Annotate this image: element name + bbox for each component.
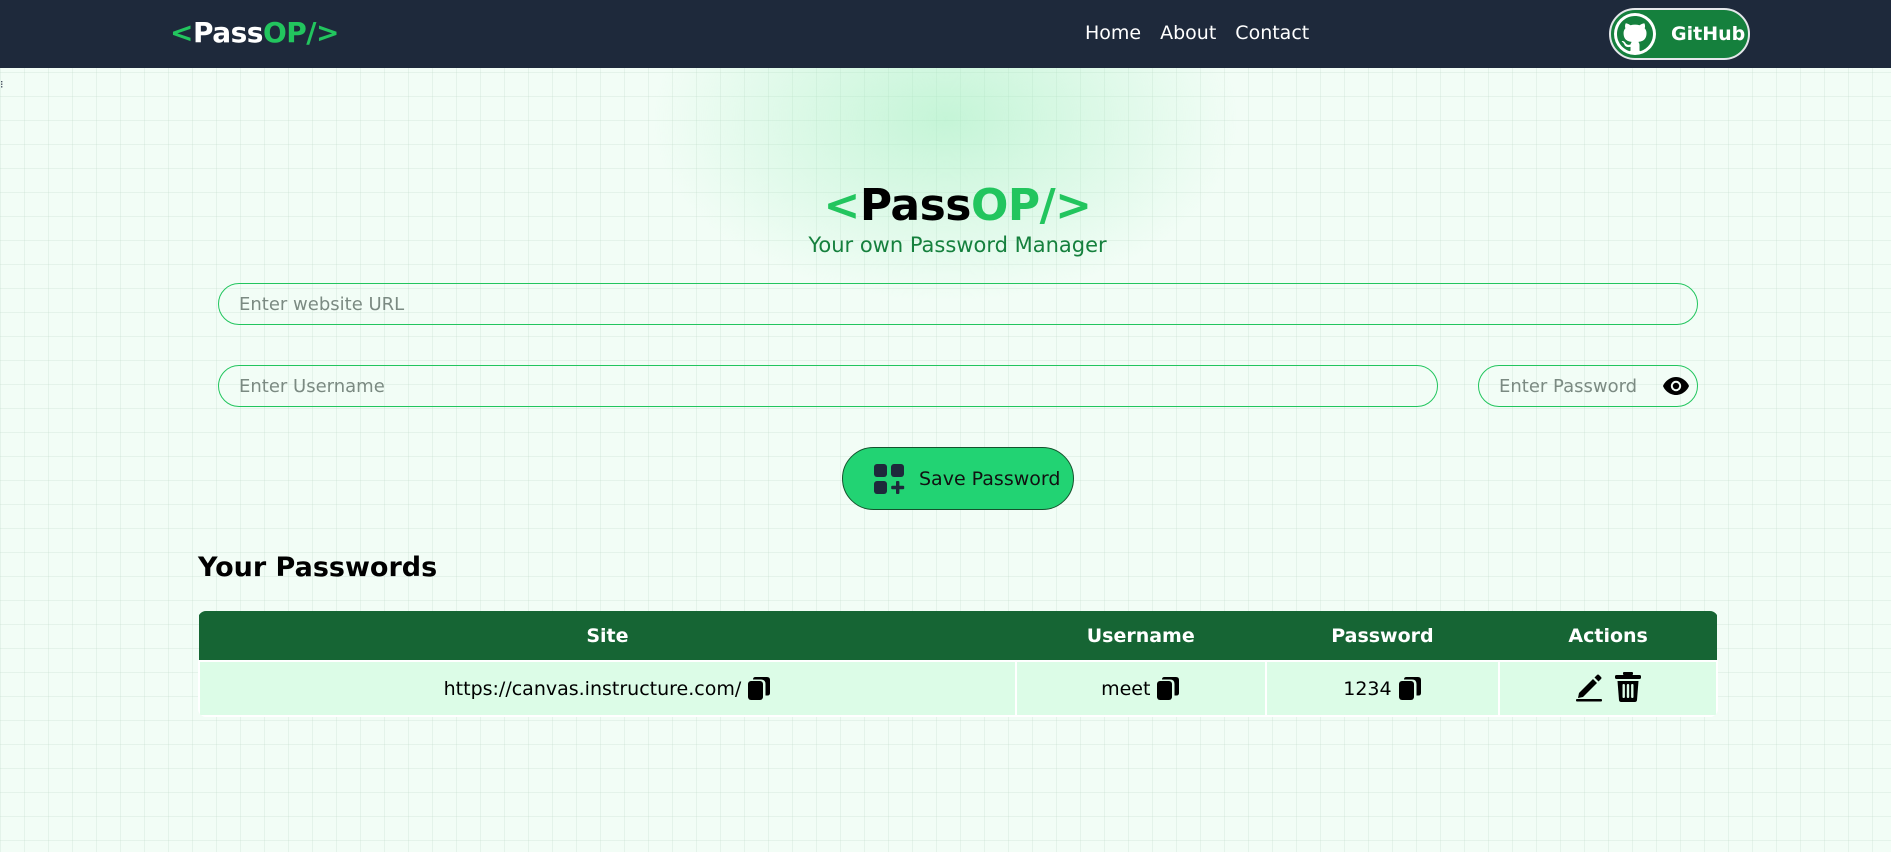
save-password-button[interactable]: Save Password	[842, 447, 1074, 510]
username-cell: meet	[1014, 660, 1267, 717]
passwords-section-title: Your Passwords	[198, 552, 438, 583]
site-link[interactable]: https://canvas.instructure.com/	[444, 678, 742, 700]
page-title: <PassOP/>	[0, 180, 1891, 231]
logo-open-bracket: <	[170, 16, 193, 49]
nav-link-about[interactable]: About	[1160, 22, 1216, 44]
column-header-site: Site	[586, 624, 629, 647]
edge-marker: ⁝	[0, 78, 4, 91]
passwords-table: Site Username Password Actions https://c…	[198, 611, 1718, 717]
nav-logo[interactable]: <PassOP/>	[170, 16, 339, 49]
password-value: 1234	[1343, 677, 1392, 700]
trash-icon[interactable]	[1614, 671, 1642, 703]
page-subtitle: Your own Password Manager	[808, 233, 1107, 257]
title-op-text: OP/>	[970, 180, 1092, 231]
table-row: https://canvas.instructure.com/ meet 123…	[198, 660, 1718, 717]
nav-link-contact[interactable]: Contact	[1235, 22, 1309, 44]
password-field-wrapper	[1478, 365, 1698, 407]
github-button[interactable]: GitHub	[1609, 8, 1750, 60]
actions-cell	[1498, 660, 1718, 717]
site-cell: https://canvas.instructure.com/	[198, 660, 1017, 717]
save-password-label: Save Password	[919, 467, 1061, 490]
add-grid-icon	[874, 463, 905, 494]
website-url-input[interactable]	[218, 283, 1698, 325]
nav-link-home[interactable]: Home	[1085, 22, 1141, 44]
edit-icon[interactable]	[1574, 672, 1604, 702]
title-pass-text: Pass	[859, 180, 972, 231]
copy-icon[interactable]	[1156, 676, 1180, 702]
copy-icon[interactable]	[1398, 676, 1422, 702]
column-header-password: Password	[1331, 624, 1434, 647]
nav-links: Home About Contact	[1085, 22, 1309, 44]
github-label: GitHub	[1671, 23, 1746, 45]
username-input[interactable]	[218, 365, 1438, 407]
eye-icon[interactable]	[1661, 373, 1691, 399]
logo-op-text: OP/>	[262, 16, 340, 49]
table-header-row: Site Username Password Actions	[199, 611, 1717, 661]
navbar: <PassOP/> Home About Contact GitHub	[0, 0, 1891, 68]
title-open-bracket: <	[823, 180, 860, 231]
github-icon	[1614, 13, 1656, 55]
username-value: meet	[1101, 677, 1151, 700]
column-header-actions: Actions	[1568, 624, 1648, 647]
column-header-username: Username	[1086, 624, 1195, 647]
logo-pass-text: Pass	[192, 16, 264, 49]
copy-icon[interactable]	[747, 676, 771, 702]
password-cell: 1234	[1264, 660, 1501, 717]
